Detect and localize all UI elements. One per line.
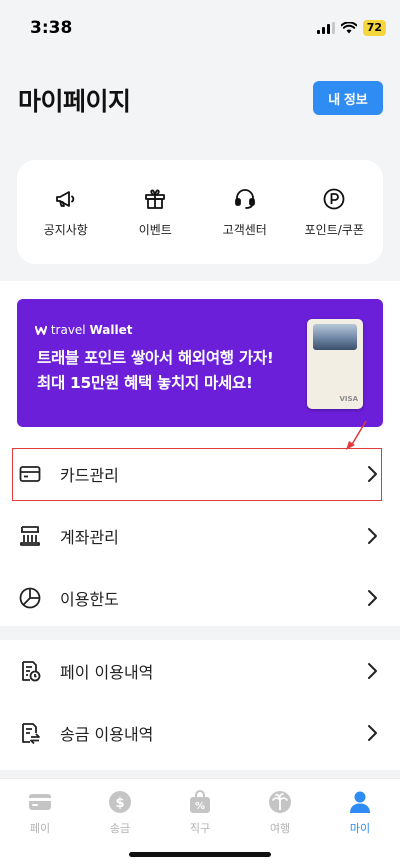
chevron-right-icon bbox=[368, 590, 377, 606]
nav-label: 송금 bbox=[109, 822, 131, 835]
nav-item-direct-purchase[interactable]: % 직구 bbox=[160, 789, 240, 836]
status-bar: 3:38 72 bbox=[0, 0, 400, 58]
menu-item-transfer-history[interactable]: 송금 이용내역 bbox=[0, 702, 400, 764]
menu-item-label: 송금 이용내역 bbox=[60, 725, 154, 744]
quick-item-label: 포인트/쿠폰 bbox=[304, 222, 364, 237]
quick-item-points[interactable]: 포인트/쿠폰 bbox=[291, 187, 377, 238]
quick-item-label: 고객센터 bbox=[222, 222, 267, 237]
signal-icon bbox=[316, 22, 335, 34]
megaphone-icon bbox=[55, 190, 74, 207]
status-time: 3:38 bbox=[30, 18, 73, 38]
my-info-button[interactable]: 내 정보 bbox=[313, 81, 383, 115]
bank-icon bbox=[20, 526, 40, 546]
highlight-box bbox=[12, 448, 382, 501]
shopping-bag-icon: % bbox=[190, 790, 210, 813]
menu-item-usage-limit[interactable]: 이용한도 bbox=[0, 567, 400, 629]
promo-banner[interactable]: travel Wallet 트래블 포인트 쌓아서 해외여행 가자! 최대 15… bbox=[17, 299, 383, 427]
chevron-right-icon bbox=[368, 663, 377, 679]
nav-label: 마이 bbox=[349, 822, 371, 835]
wifi-icon bbox=[340, 22, 357, 34]
svg-text:$: $ bbox=[115, 796, 124, 811]
banner-brand-name: Wallet bbox=[89, 323, 133, 337]
brand-logo-icon bbox=[34, 325, 48, 335]
main-content: travel Wallet 트래블 포인트 쌓아서 해외여행 가자! 최대 15… bbox=[0, 281, 400, 626]
quick-item-notice[interactable]: 공지사항 bbox=[23, 187, 109, 238]
banner-subline: 최대 15만원 혜택 놓치지 마세요! bbox=[37, 374, 253, 392]
nav-label: 여행 bbox=[269, 822, 291, 835]
wallet-icon bbox=[29, 794, 51, 810]
page-title: 마이페이지 bbox=[18, 87, 131, 116]
headset-icon bbox=[234, 188, 255, 209]
person-icon bbox=[350, 791, 370, 813]
chevron-right-icon bbox=[368, 725, 377, 741]
quick-menu: 공지사항 이벤트 고객센터 포인트/쿠폰 bbox=[17, 160, 383, 264]
palm-tree-icon bbox=[269, 791, 291, 813]
transfer-history-icon bbox=[22, 723, 40, 745]
home-indicator bbox=[129, 852, 271, 857]
card-photo bbox=[313, 324, 357, 350]
banner-brand: travel Wallet bbox=[34, 323, 133, 337]
history-section: 페이 이용내역 송금 이용내역 bbox=[0, 640, 400, 770]
nav-label: 페이 bbox=[29, 822, 51, 835]
chevron-right-icon bbox=[368, 528, 377, 544]
menu-item-pay-history[interactable]: 페이 이용내역 bbox=[0, 640, 400, 702]
battery-indicator: 72 bbox=[362, 20, 386, 36]
menu-item-account-management[interactable]: 계좌관리 bbox=[0, 505, 400, 567]
coin-icon: $ bbox=[109, 791, 131, 813]
pie-chart-icon bbox=[19, 587, 41, 609]
menu-item-label: 이용한도 bbox=[60, 590, 119, 609]
quick-item-support[interactable]: 고객센터 bbox=[202, 187, 288, 238]
nav-item-my[interactable]: 마이 bbox=[320, 789, 400, 836]
nav-item-transfer[interactable]: $ 송금 bbox=[80, 789, 160, 836]
pay-history-icon bbox=[22, 661, 41, 682]
quick-item-event[interactable]: 이벤트 bbox=[112, 187, 198, 238]
card-brand-label: VISA bbox=[339, 395, 358, 403]
banner-headline: 트래블 포인트 쌓아서 해외여행 가자! bbox=[37, 349, 274, 367]
nav-item-pay[interactable]: 페이 bbox=[0, 789, 80, 836]
menu-item-label: 페이 이용내역 bbox=[60, 663, 154, 682]
svg-text:%: % bbox=[195, 801, 205, 812]
banner-brand-prefix: travel bbox=[50, 323, 86, 337]
nav-label: 직구 bbox=[189, 822, 211, 835]
quick-item-label: 이벤트 bbox=[138, 222, 172, 237]
nav-item-travel[interactable]: 여행 bbox=[240, 789, 320, 836]
point-icon bbox=[323, 188, 345, 209]
quick-item-label: 공지사항 bbox=[43, 222, 88, 237]
card-image: VISA bbox=[307, 319, 363, 409]
menu-item-label: 계좌관리 bbox=[60, 528, 119, 547]
gift-icon bbox=[145, 189, 166, 209]
status-icons: 72 bbox=[316, 20, 386, 36]
